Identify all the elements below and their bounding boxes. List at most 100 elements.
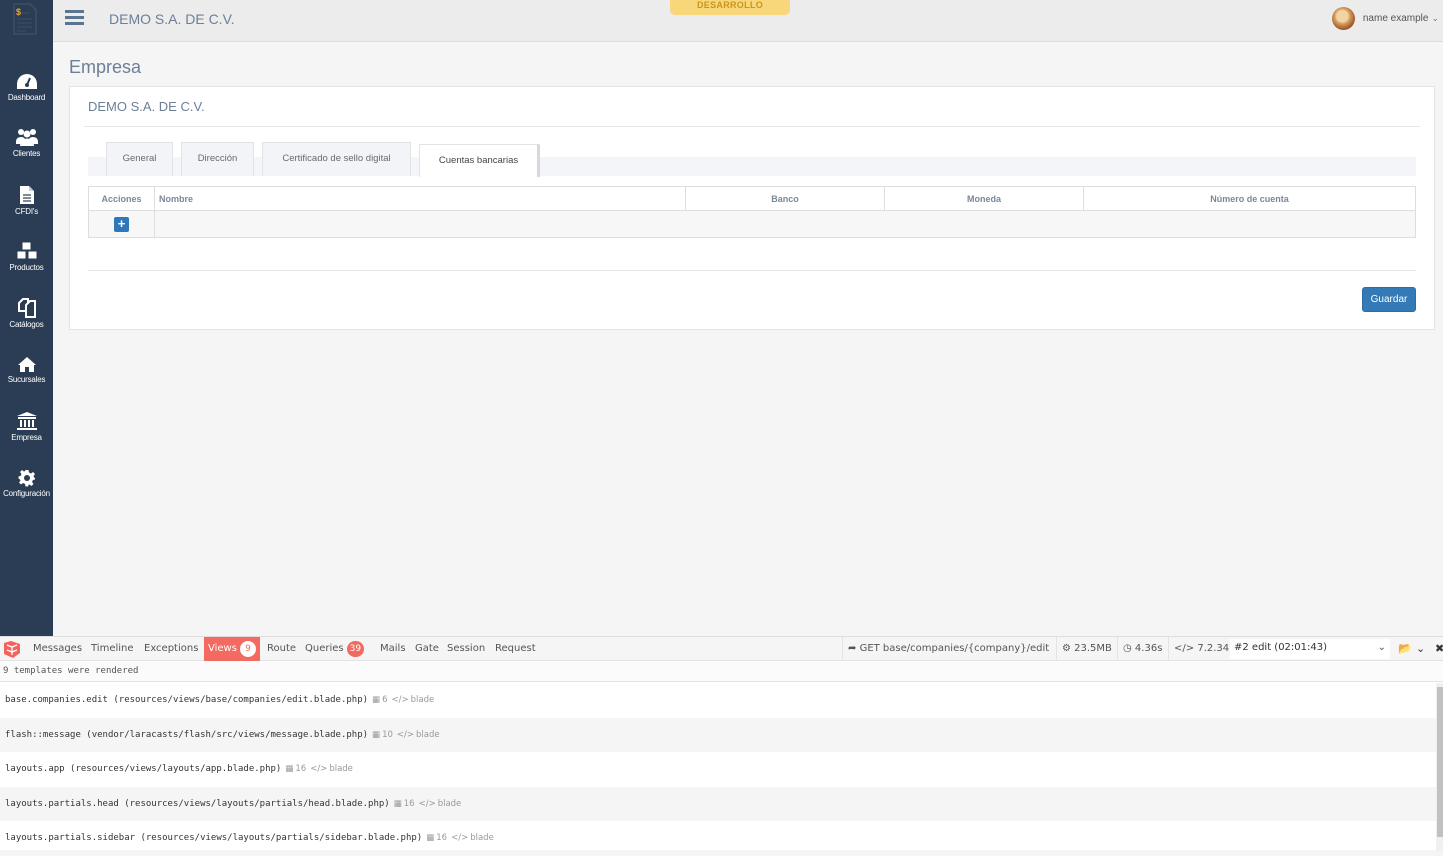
route-indicator[interactable]: ➦ GET base/companies/{company}/edit: [842, 637, 1054, 661]
save-button[interactable]: Guardar: [1362, 287, 1416, 312]
param-count: 16: [295, 764, 307, 774]
code-icon: </>: [396, 729, 415, 740]
tab-label: Views: [208, 643, 237, 654]
scrollbar[interactable]: [1436, 683, 1443, 851]
sidebar-item-label: Catálogos: [9, 320, 44, 329]
user-menu[interactable]: name example ⌄: [1331, 6, 1439, 30]
views-count-badge: 9: [239, 641, 256, 657]
share-icon: ➦: [848, 643, 857, 654]
debugbar-tab-request[interactable]: Request: [492, 637, 539, 661]
bank-icon: [16, 412, 37, 430]
tab-certificado[interactable]: Certificado de sello digital: [262, 142, 411, 176]
view-type: blade: [470, 833, 494, 843]
code-icon: </>: [1174, 643, 1195, 654]
memory-text: 23.5MB: [1074, 643, 1112, 654]
code-icon: </>: [310, 764, 328, 774]
sidebar-item-cfdis[interactable]: CFDI's: [0, 185, 53, 216]
environment-badge: DESARROLLO: [670, 0, 790, 15]
code-icon: </>: [418, 798, 436, 809]
invoice-logo-icon: $: [13, 3, 37, 35]
route-text: GET base/companies/{company}/edit: [859, 643, 1050, 654]
sidebar: $ Dashboard Clientes CFDI's Productos Ca…: [0, 0, 53, 636]
divider: [84, 126, 1420, 127]
cubes-icon: [16, 241, 37, 260]
cogs-icon: ⚙: [1062, 643, 1071, 654]
debugbar-tab-views[interactable]: Views 9: [204, 637, 260, 661]
menu-toggle-icon[interactable]: [65, 10, 84, 26]
code-icon: </>: [451, 833, 469, 843]
folder-open-icon[interactable]: 📂: [1398, 642, 1412, 655]
table-icon: ▦: [372, 695, 381, 705]
time-text: 4.36s: [1134, 643, 1163, 654]
sidebar-item-dashboard[interactable]: Dashboard: [0, 73, 53, 102]
chevron-down-icon: ⌄: [1377, 642, 1386, 653]
column-header-acciones: Acciones: [88, 186, 155, 211]
panel-title: DEMO S.A. DE C.V.: [88, 99, 205, 114]
sidebar-item-clientes[interactable]: Clientes: [0, 128, 53, 158]
view-type: blade: [329, 764, 353, 774]
list-item: layouts.partials.head (resources/views/l…: [0, 786, 1436, 821]
tab-label: Queries: [305, 643, 344, 654]
chevron-down-icon: ⌄: [1431, 12, 1439, 23]
sidebar-item-label: Dashboard: [7, 93, 46, 102]
minimize-chevron-icon[interactable]: ⌄: [1416, 642, 1425, 655]
table-icon: ▦: [426, 833, 435, 843]
debugbar: Messages Timeline Exceptions Views 9 Rout…: [0, 636, 1443, 851]
tab-general[interactable]: General: [106, 142, 173, 176]
clock-icon: ◷: [1123, 643, 1132, 654]
table-icon: ▦: [393, 798, 402, 809]
debugbar-tab-gate[interactable]: Gate: [412, 637, 442, 661]
view-name: layouts.partials.head (resources/views/l…: [5, 798, 390, 809]
sidebar-item-configuracion[interactable]: Configuración: [0, 469, 53, 498]
list-item: base.companies.edit (resources/views/bas…: [0, 683, 1436, 718]
brand-title: DEMO S.A. DE C.V.: [109, 11, 235, 27]
list-item: flash::message (vendor/laracasts/flash/s…: [0, 717, 1436, 752]
avatar: [1331, 6, 1355, 30]
bank-accounts-table: Acciones Nombre Banco Moneda Número de c…: [88, 186, 1416, 238]
empty-cell: [154, 210, 1416, 238]
sidebar-item-productos[interactable]: Productos: [0, 241, 53, 272]
scrollbar-thumb[interactable]: [1437, 687, 1443, 837]
debugbar-tab-messages[interactable]: Messages: [30, 637, 85, 661]
debugbar-tab-mails[interactable]: Mails: [377, 637, 409, 661]
sidebar-item-label: Empresa: [11, 433, 42, 442]
view-name: base.companies.edit (resources/views/bas…: [5, 695, 369, 705]
sidebar-item-label: CFDI's: [15, 207, 38, 216]
debugbar-header: Messages Timeline Exceptions Views 9 Rout…: [0, 637, 1443, 661]
actions-cell: +: [88, 210, 155, 238]
close-icon[interactable]: ✖: [1435, 642, 1443, 655]
users-icon: [15, 129, 38, 146]
column-header-nombre: Nombre: [154, 186, 686, 211]
debugbar-tab-queries[interactable]: Queries 39: [302, 637, 367, 661]
tab-direccion[interactable]: Dirección: [181, 142, 254, 176]
view-name: layouts.partials.sidebar (resources/view…: [5, 833, 423, 843]
debugbar-tab-exceptions[interactable]: Exceptions: [141, 637, 201, 661]
document-icon: [19, 186, 34, 204]
sidebar-item-catalogos[interactable]: Catálogos: [0, 298, 53, 329]
memory-indicator: ⚙ 23.5MB: [1056, 637, 1117, 661]
divider: [88, 270, 1416, 271]
php-version-indicator: </> 7.2.34: [1168, 637, 1234, 661]
debugbar-tab-timeline[interactable]: Timeline: [88, 637, 137, 661]
laravel-logo-icon[interactable]: [3, 641, 21, 658]
table-icon: ▦: [285, 764, 294, 774]
view-name: layouts.app (resources/views/layouts/app…: [5, 764, 282, 774]
table-icon: ▦: [372, 729, 381, 740]
column-header-moneda: Moneda: [884, 186, 1084, 211]
debugbar-tab-session[interactable]: Session: [444, 637, 488, 661]
view-type: blade: [416, 729, 440, 740]
company-panel: DEMO S.A. DE C.V. General Dirección Cert…: [69, 86, 1435, 330]
sidebar-item-sucursales[interactable]: Sucursales: [0, 356, 53, 384]
sidebar-item-empresa[interactable]: Empresa: [0, 411, 53, 442]
sidebar-item-label: Sucursales: [7, 375, 46, 384]
page-title: Empresa: [69, 57, 142, 77]
tab-cuentas-bancarias[interactable]: Cuentas bancarias: [419, 144, 540, 177]
sidebar-item-label: Clientes: [12, 149, 41, 158]
views-summary: 9 templates were rendered: [0, 661, 1443, 682]
top-navbar: DEMO S.A. DE C.V. DESARROLLO name exampl…: [53, 0, 1443, 42]
add-row-button[interactable]: +: [114, 217, 129, 232]
debugbar-tab-route[interactable]: Route: [264, 637, 299, 661]
request-select[interactable]: #2 edit (02:01:43) ⌄: [1230, 639, 1390, 659]
user-name: name example: [1362, 12, 1429, 24]
gear-icon: [18, 470, 35, 487]
